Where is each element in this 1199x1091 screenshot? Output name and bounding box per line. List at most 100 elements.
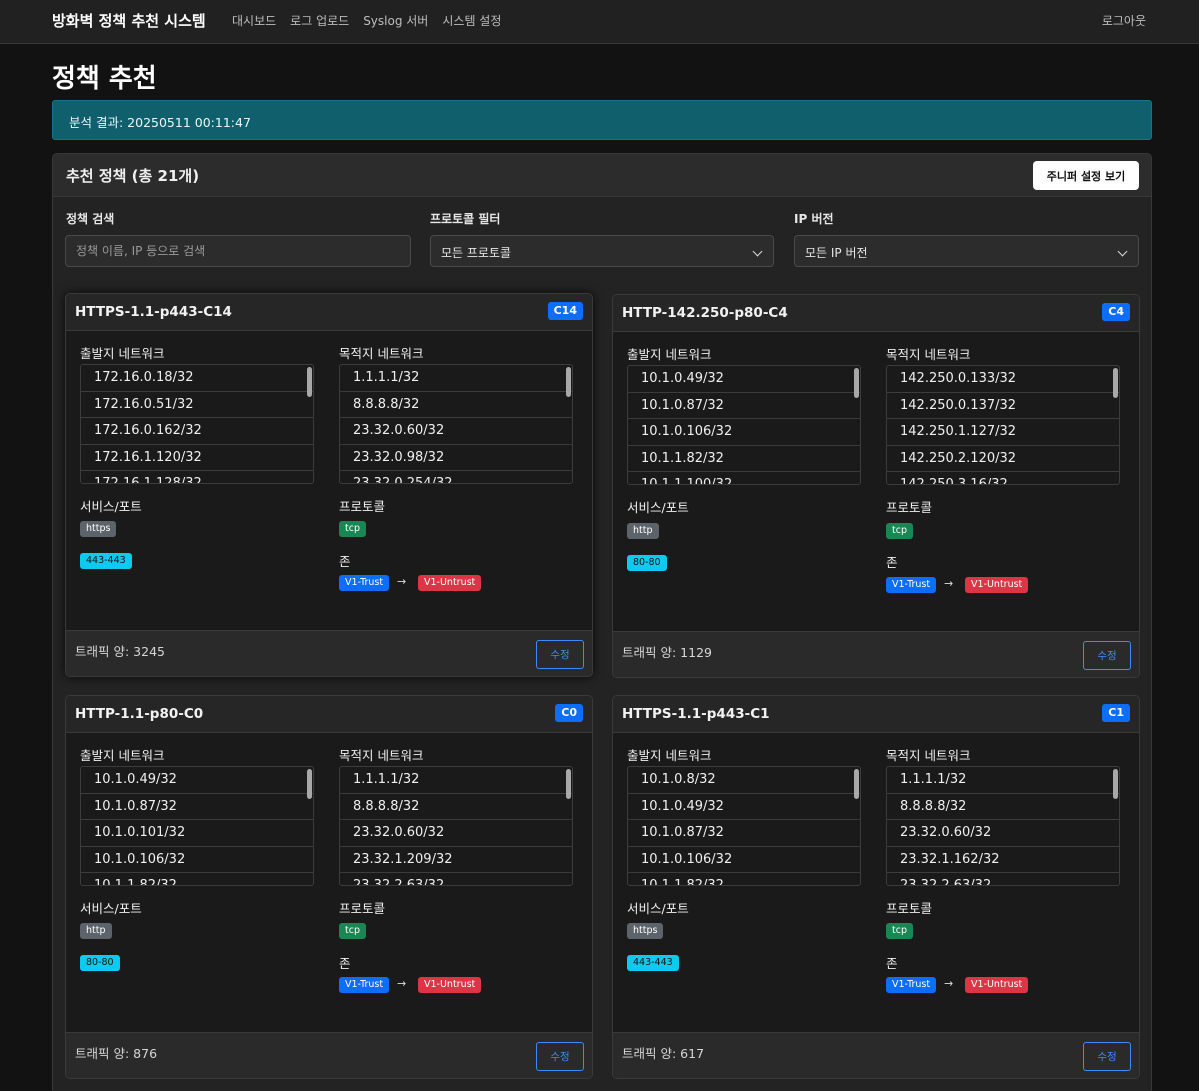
source-ip-list[interactable]: 10.1.0.49/32 10.1.0.87/32 10.1.0.106/32 10.…: [627, 365, 861, 485]
source-ip-item: 10.1.0.49/32: [628, 794, 860, 820]
edit-policy-button[interactable]: 수정: [536, 1042, 584, 1071]
source-ip-item: 10.1.1.82/32: [628, 446, 860, 472]
policy-search-input[interactable]: [65, 235, 411, 267]
nav-link-syslog-server[interactable]: Syslog 서버: [363, 12, 428, 29]
source-ip-item: 10.1.0.87/32: [628, 393, 860, 419]
destination-list-scrollbar[interactable]: [1113, 368, 1118, 398]
destination-ip-item: 8.8.8.8/32: [340, 794, 572, 820]
protocol-badge: tcp: [339, 521, 366, 537]
cluster-badge: C4: [1102, 303, 1130, 321]
source-ip-list[interactable]: 10.1.0.8/32 10.1.0.49/32 10.1.0.87/32 10.1.…: [627, 766, 861, 886]
destination-ip-item: 23.32.0.60/32: [887, 820, 1119, 847]
destination-ip-item: 23.32.0.98/32: [340, 445, 572, 471]
source-ip-list[interactable]: 10.1.0.49/32 10.1.0.87/32 10.1.0.101/32 10.…: [80, 766, 314, 886]
protocol-badge: tcp: [886, 923, 913, 939]
protocol-label: 프로토콜: [339, 499, 386, 514]
source-ip-item: 172.16.1.120/32: [81, 445, 313, 471]
destination-ip-item: 23.32.1.162/32: [887, 847, 1119, 873]
traffic-value: 1129: [680, 645, 712, 660]
destination-ip-item: 23.32.0.254/32: [340, 471, 572, 483]
traffic-amount: 트래픽 양: 617: [622, 1043, 704, 1062]
nav-link-system-settings[interactable]: 시스템 설정: [442, 12, 501, 29]
policy-card: HTTPS-1.1-p443-C1 C1 출발지 네트워크 목적지 네트워크 1…: [612, 695, 1140, 1079]
port-badge: 80-80: [627, 555, 667, 571]
policy-name: HTTPS-1.1-p443-C1: [622, 706, 770, 722]
source-ip-item: 10.1.0.8/32: [628, 767, 860, 794]
traffic-label: 트래픽 양:: [622, 645, 681, 660]
destination-ip-item: 142.250.1.127/32: [887, 419, 1119, 446]
destination-ip-item: 23.32.0.60/32: [340, 820, 572, 847]
ip-version-label: IP 버전: [794, 212, 834, 226]
page-title: 정책 추천: [52, 64, 157, 94]
source-ip-item: 10.1.0.106/32: [628, 847, 860, 873]
brand-title[interactable]: 방화벽 정책 추천 시스템: [52, 10, 206, 31]
destination-ip-list[interactable]: 1.1.1.1/32 8.8.8.8/32 23.32.0.60/32 23.32.0…: [339, 364, 573, 484]
zone-label: 존: [886, 956, 898, 971]
service-badge: http: [627, 523, 659, 539]
destination-ip-list[interactable]: 1.1.1.1/32 8.8.8.8/32 23.32.0.60/32 23.32.1…: [339, 766, 573, 886]
source-ip-item: 10.1.0.106/32: [628, 419, 860, 446]
edit-policy-button[interactable]: 수정: [1083, 641, 1131, 670]
nav-link-log-upload[interactable]: 로그 업로드: [290, 12, 349, 29]
source-network-label: 출발지 네트워크: [627, 347, 712, 362]
source-ip-item: 10.1.0.106/32: [81, 847, 313, 873]
destination-network-label: 목적지 네트워크: [339, 346, 424, 361]
policy-card-footer: 트래픽 양: 617 수정: [613, 1032, 1139, 1078]
view-juniper-config-button[interactable]: 주니퍼 설정 보기: [1033, 161, 1139, 190]
source-list-scrollbar[interactable]: [854, 368, 859, 398]
port-badge: 443-443: [80, 553, 132, 569]
source-list-scrollbar[interactable]: [854, 769, 859, 799]
service-port-label: 서비스/포트: [627, 901, 689, 916]
traffic-amount: 트래픽 양: 3245: [75, 641, 165, 660]
ip-version-value: 모든 IP 버전: [805, 246, 868, 260]
ip-version-select[interactable]: 모든 IP 버전: [794, 235, 1139, 267]
zone-arrow-icon: →: [397, 977, 407, 990]
source-zone-badge: V1-Trust: [886, 577, 937, 593]
protocol-filter-select[interactable]: 모든 프로토콜: [430, 235, 774, 267]
traffic-amount: 트래픽 양: 876: [75, 1043, 157, 1062]
zone-arrow-icon: →: [944, 577, 954, 590]
service-badge: https: [627, 923, 664, 939]
source-network-label: 출발지 네트워크: [80, 748, 165, 763]
source-list-scrollbar[interactable]: [307, 769, 312, 799]
destination-ip-item: 8.8.8.8/32: [340, 392, 572, 418]
nav-link-dashboard[interactable]: 대시보드: [232, 12, 276, 29]
logout-link[interactable]: 로그아웃: [1102, 12, 1146, 29]
policy-card-header: HTTP-1.1-p80-C0 C0: [66, 696, 592, 733]
destination-list-scrollbar[interactable]: [566, 367, 571, 397]
source-ip-item: 172.16.0.162/32: [81, 418, 313, 445]
panel-title: 추천 정책 (총 21개): [66, 167, 200, 185]
cluster-badge: C0: [555, 704, 583, 722]
destination-ip-item: 142.250.3.16/32: [887, 472, 1119, 484]
traffic-value: 617: [680, 1046, 705, 1061]
policy-card: HTTP-1.1-p80-C0 C0 출발지 네트워크 목적지 네트워크 10.…: [65, 695, 593, 1079]
edit-policy-button[interactable]: 수정: [536, 640, 584, 669]
destination-list-scrollbar[interactable]: [566, 769, 571, 799]
destination-ip-list[interactable]: 1.1.1.1/32 8.8.8.8/32 23.32.0.60/32 23.32.1…: [886, 766, 1120, 886]
protocol-badge: tcp: [886, 523, 913, 539]
destination-network-label: 목적지 네트워크: [886, 748, 971, 763]
service-port-label: 서비스/포트: [80, 901, 142, 916]
destination-ip-item: 142.250.0.133/32: [887, 366, 1119, 393]
destination-list-scrollbar[interactable]: [1113, 769, 1118, 799]
policy-card-footer: 트래픽 양: 3245 수정: [66, 630, 592, 676]
destination-ip-item: 23.32.1.209/32: [340, 847, 572, 873]
protocol-badge: tcp: [339, 923, 366, 939]
edit-policy-button[interactable]: 수정: [1083, 1042, 1131, 1071]
destination-ip-item: 1.1.1.1/32: [340, 365, 572, 392]
destination-network-label: 목적지 네트워크: [886, 347, 971, 362]
source-ip-item: 172.16.1.128/32: [81, 471, 313, 483]
recommended-policies-panel: 추천 정책 (총 21개) 주니퍼 설정 보기 정책 검색 프로토콜 필터 모든…: [52, 153, 1152, 1091]
policy-card-header: HTTP-142.250-p80-C4 C4: [613, 295, 1139, 332]
traffic-label: 트래픽 양:: [75, 644, 134, 659]
source-ip-item: 10.1.0.87/32: [628, 820, 860, 847]
search-label: 정책 검색: [66, 212, 115, 226]
source-ip-list[interactable]: 172.16.0.18/32 172.16.0.51/32 172.16.0.162…: [80, 364, 314, 484]
source-list-scrollbar[interactable]: [307, 367, 312, 397]
source-ip-item: 10.1.0.49/32: [628, 366, 860, 393]
source-ip-item: 10.1.1.100/32: [628, 472, 860, 484]
cluster-badge: C14: [547, 302, 583, 320]
destination-ip-list[interactable]: 142.250.0.133/32 142.250.0.137/32 142.250.…: [886, 365, 1120, 485]
policy-name: HTTP-142.250-p80-C4: [622, 305, 788, 321]
source-ip-item: 10.1.0.101/32: [81, 820, 313, 847]
